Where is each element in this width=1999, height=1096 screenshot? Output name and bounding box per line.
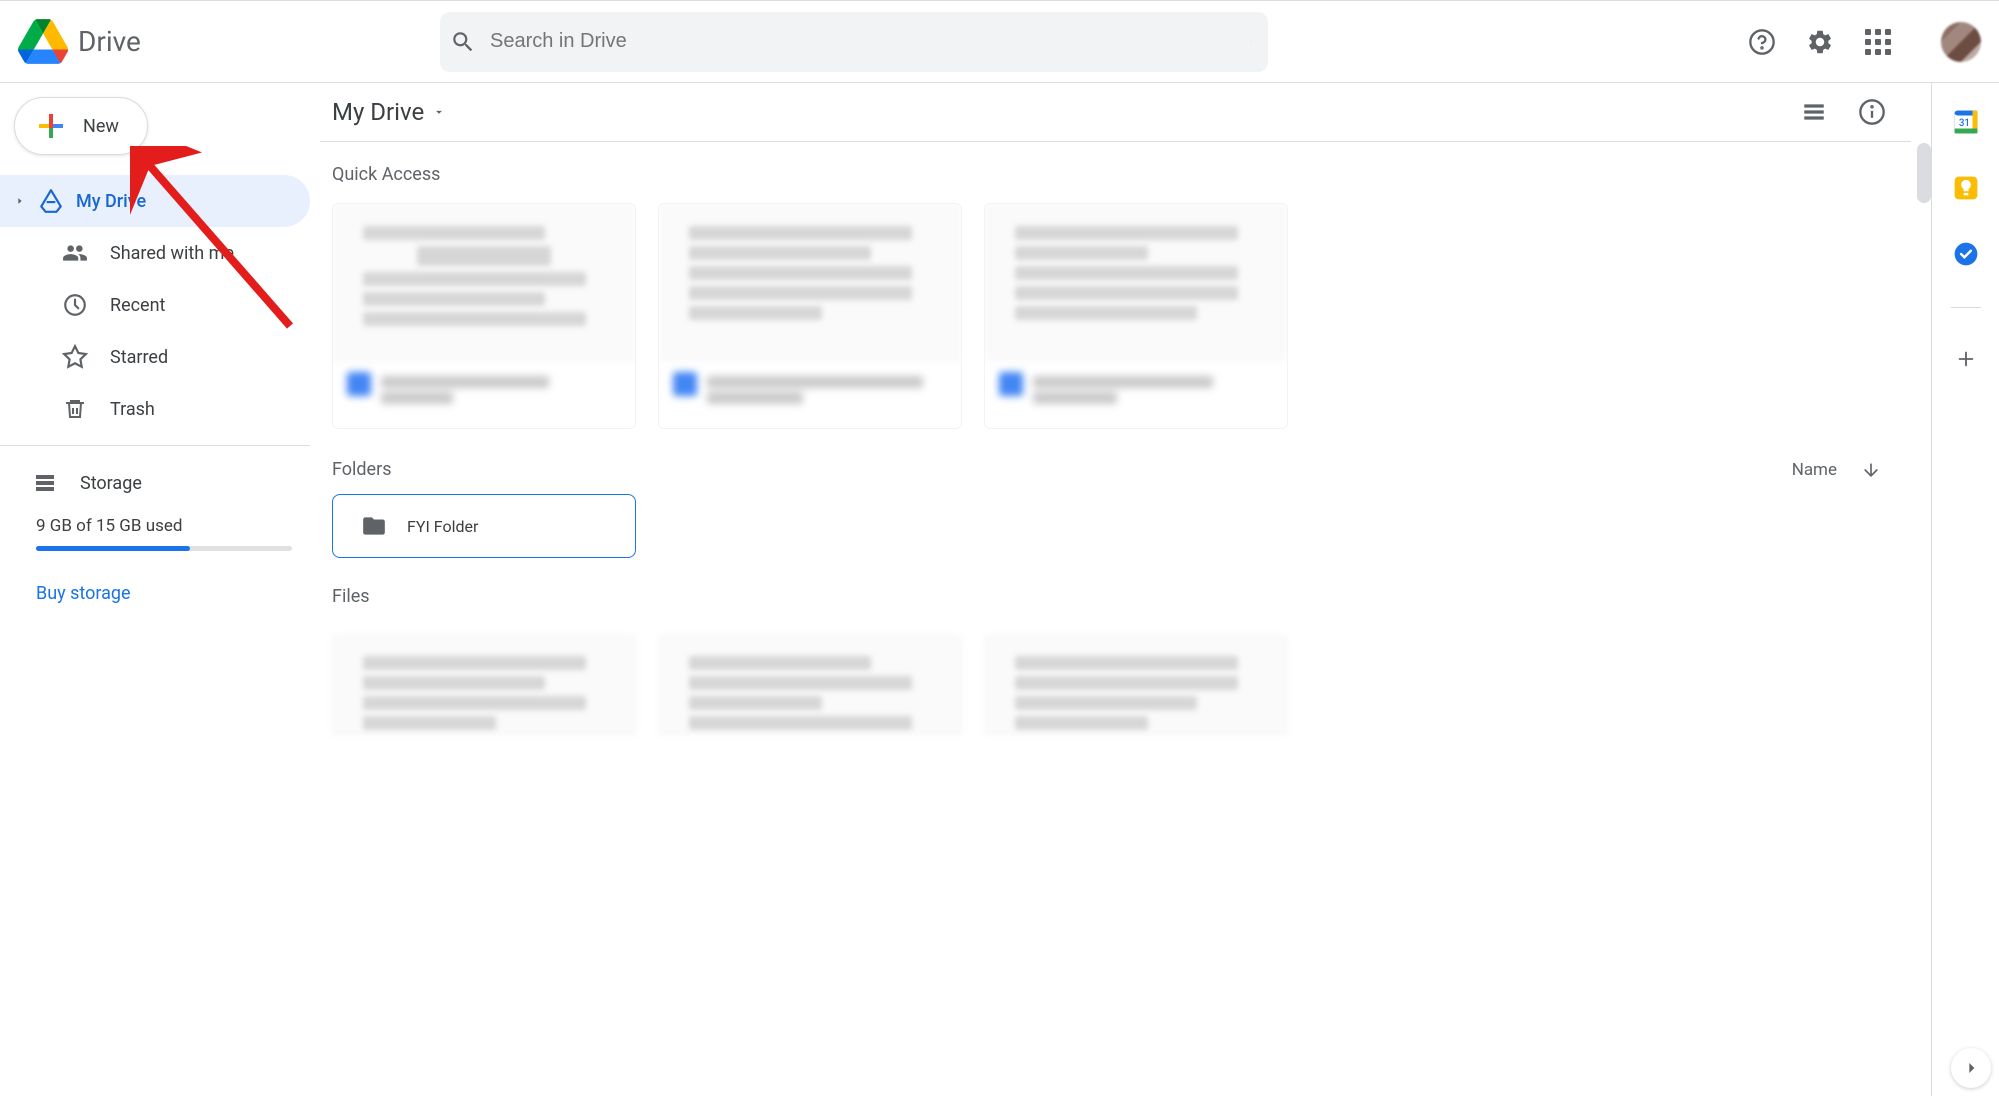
hide-side-panel-icon[interactable] — [1951, 1048, 1991, 1088]
arrow-down-icon — [1861, 460, 1881, 480]
logo-area[interactable]: Drive — [18, 19, 328, 64]
breadcrumb-label: My Drive — [332, 98, 424, 126]
folder-item[interactable]: FYI Folder — [332, 494, 636, 558]
search-bar[interactable] — [440, 12, 1268, 72]
quick-access-card[interactable] — [658, 203, 962, 429]
keep-app-icon[interactable] — [1953, 175, 1979, 201]
nav-label: Shared with me — [110, 243, 234, 264]
product-name: Drive — [78, 25, 141, 58]
storage-icon — [32, 470, 58, 496]
file-item[interactable] — [332, 635, 636, 735]
nav-my-drive[interactable]: My Drive — [0, 175, 310, 227]
nav-trash[interactable]: Trash — [0, 383, 310, 435]
recent-icon — [62, 292, 88, 318]
folders-header: Folders Name — [310, 459, 1931, 480]
calendar-app-icon[interactable]: 31 — [1953, 109, 1979, 135]
nav-label: Starred — [110, 347, 168, 368]
header-actions — [1747, 22, 1981, 62]
search-options-dropdown-icon[interactable] — [1244, 35, 1258, 49]
google-apps-icon[interactable] — [1863, 27, 1893, 57]
right-side-panel: 31 — [1931, 83, 1999, 1096]
chevron-down-icon — [432, 105, 446, 119]
sidebar: New My Drive Shared with me — [0, 83, 310, 1096]
svg-text:31: 31 — [1958, 118, 1969, 129]
list-view-icon[interactable] — [1799, 97, 1829, 127]
nav-label: Trash — [110, 399, 155, 420]
quick-access-cards — [320, 203, 1931, 429]
drive-logo-icon — [18, 19, 68, 64]
storage-bar — [36, 546, 292, 551]
files-grid — [320, 635, 1931, 735]
tasks-app-icon[interactable] — [1953, 241, 1979, 267]
quick-access-title: Quick Access — [320, 142, 1931, 203]
sort-control[interactable]: Name — [1792, 460, 1881, 480]
buy-storage-link[interactable]: Buy storage — [36, 583, 292, 604]
nav-label: Recent — [110, 295, 165, 316]
trash-icon — [62, 396, 88, 422]
storage-section: Storage 9 GB of 15 GB used Buy storage — [0, 456, 310, 604]
folder-icon — [361, 513, 387, 539]
expand-icon[interactable] — [14, 196, 26, 206]
nav-recent[interactable]: Recent — [0, 279, 310, 331]
my-drive-icon — [38, 188, 64, 214]
nav: My Drive Shared with me Recent — [0, 175, 310, 435]
nav-label: My Drive — [76, 191, 146, 212]
folder-list: FYI Folder — [320, 480, 1931, 572]
app-header: Drive — [0, 1, 1999, 83]
rail-divider — [1951, 307, 1981, 308]
breadcrumb[interactable]: My Drive — [332, 98, 446, 126]
storage-usage-text: 9 GB of 15 GB used — [36, 516, 292, 536]
file-item[interactable] — [658, 635, 962, 735]
search-input[interactable] — [490, 30, 1230, 53]
support-icon[interactable] — [1747, 27, 1777, 57]
shared-icon — [62, 240, 88, 266]
storage-bar-fill — [36, 546, 190, 551]
nav-shared-with-me[interactable]: Shared with me — [0, 227, 310, 279]
main-content: My Drive Quick Access — [310, 83, 1931, 1096]
new-button[interactable]: New — [14, 97, 148, 155]
folders-title: Folders — [332, 459, 392, 480]
plus-icon — [33, 108, 69, 144]
files-title: Files — [320, 572, 1931, 625]
nav-divider — [0, 445, 310, 446]
settings-gear-icon[interactable] — [1805, 27, 1835, 57]
main-header: My Drive — [320, 83, 1911, 142]
star-icon — [62, 344, 88, 370]
new-button-label: New — [83, 116, 119, 137]
quick-access-card[interactable] — [332, 203, 636, 429]
folder-name: FYI Folder — [407, 517, 478, 536]
search-icon — [450, 29, 476, 55]
sort-label: Name — [1792, 460, 1837, 480]
account-avatar[interactable] — [1941, 22, 1981, 62]
main-header-actions — [1799, 97, 1887, 127]
scrollbar[interactable] — [1917, 143, 1931, 1096]
nav-starred[interactable]: Starred — [0, 331, 310, 383]
quick-access-card[interactable] — [984, 203, 1288, 429]
details-info-icon[interactable] — [1857, 97, 1887, 127]
storage-label: Storage — [80, 473, 142, 494]
nav-storage[interactable]: Storage — [32, 470, 292, 496]
get-addons-icon[interactable] — [1955, 348, 1977, 376]
file-item[interactable] — [984, 635, 1288, 735]
